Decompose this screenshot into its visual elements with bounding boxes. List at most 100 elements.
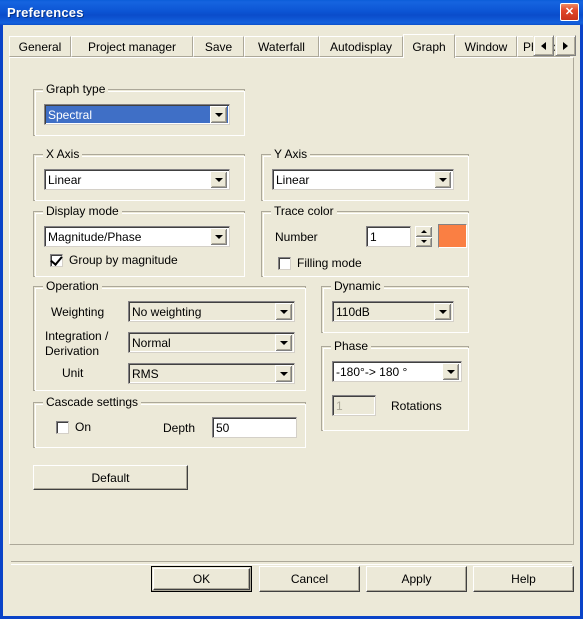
integration-value: Normal — [132, 335, 171, 350]
title-bar[interactable]: Preferences ✕ — [0, 0, 583, 25]
tab-scroll-next-button[interactable] — [555, 35, 576, 56]
x-axis-combo[interactable]: Linear — [44, 169, 230, 190]
tab-label: General — [18, 39, 62, 54]
integration-label-line1: Integration / — [45, 329, 109, 343]
tab-waterfall[interactable]: Waterfall — [244, 36, 319, 57]
trace-color-swatch[interactable] — [438, 224, 467, 248]
footer-divider — [11, 561, 572, 565]
display-mode-legend: Display mode — [43, 204, 122, 218]
unit-combo[interactable]: RMS — [128, 363, 295, 384]
tab-label: Save — [204, 39, 233, 54]
chevron-down-icon[interactable] — [275, 303, 292, 320]
ok-button-label: OK — [192, 572, 211, 586]
tab-strip: General Project manager Save Waterfall A… — [9, 34, 576, 58]
window-title: Preferences — [7, 5, 84, 20]
integration-label-line2: Derivation — [45, 344, 100, 358]
graph-type-group: Graph type Spectral — [33, 82, 245, 136]
chevron-down-icon[interactable] — [275, 365, 292, 382]
default-button-label: Default — [91, 470, 130, 485]
chevron-down-icon[interactable] — [210, 106, 227, 123]
tab-save[interactable]: Save — [193, 36, 244, 57]
tab-label: Project manager — [87, 39, 177, 54]
chevron-down-icon[interactable] — [434, 171, 451, 188]
rotations-input[interactable]: 1 — [332, 395, 376, 416]
x-axis-group: X Axis Linear — [33, 147, 245, 201]
check-icon — [50, 252, 63, 266]
cascade-on-label: On — [75, 420, 92, 434]
tab-label: Window — [464, 39, 508, 54]
ok-button[interactable]: OK — [151, 566, 252, 592]
chevron-right-icon — [563, 41, 568, 50]
chevron-down-icon[interactable] — [210, 228, 227, 245]
stepper-up-button[interactable] — [415, 226, 432, 237]
tab-scroll-prev-button[interactable] — [533, 35, 554, 56]
tab-graph[interactable]: Graph — [403, 34, 455, 58]
y-axis-combo[interactable]: Linear — [272, 169, 454, 190]
operation-group: Operation Weighting No weighting Integra… — [33, 279, 306, 391]
tab-autodisplay[interactable]: Autodisplay — [319, 36, 403, 57]
checkbox-box — [278, 256, 291, 270]
close-icon[interactable]: ✕ — [560, 3, 579, 21]
phase-legend: Phase — [331, 339, 372, 353]
chevron-up-icon — [420, 229, 427, 233]
trace-color-legend: Trace color — [271, 204, 337, 218]
tab-project-manager[interactable]: Project manager — [71, 36, 193, 57]
graph-type-combo[interactable]: Spectral — [44, 104, 230, 125]
weighting-value: No weighting — [132, 304, 202, 319]
cascade-depth-input[interactable]: 50 — [212, 417, 297, 438]
dynamic-group: Dynamic 110dB — [321, 279, 469, 333]
trace-number-input[interactable]: 1 — [366, 226, 411, 247]
unit-label: Unit — [62, 366, 84, 380]
group-by-magnitude-checkbox[interactable]: Group by magnitude — [50, 252, 178, 267]
y-axis-legend: Y Axis — [271, 147, 311, 161]
dynamic-combo[interactable]: 110dB — [332, 301, 454, 322]
weighting-combo[interactable]: No weighting — [128, 301, 295, 322]
phase-group: Phase -180°-> 180 ° 1 Rotations — [321, 339, 469, 431]
tab-window[interactable]: Window — [455, 36, 517, 57]
apply-button-label: Apply — [401, 572, 432, 586]
cascade-depth-label: Depth — [163, 421, 196, 435]
stepper-down-button[interactable] — [415, 236, 432, 247]
tab-label: Waterfall — [258, 39, 305, 54]
rotations-label: Rotations — [391, 399, 442, 413]
default-button[interactable]: Default — [33, 465, 188, 490]
display-mode-value: Magnitude/Phase — [48, 229, 142, 244]
tab-general[interactable]: General — [9, 36, 71, 57]
integration-combo[interactable]: Normal — [128, 332, 295, 353]
graph-type-legend: Graph type — [43, 82, 109, 96]
apply-button[interactable]: Apply — [366, 566, 467, 592]
dynamic-value: 110dB — [336, 304, 370, 319]
trace-number-stepper[interactable] — [415, 226, 432, 247]
graph-type-value: Spectral — [48, 107, 93, 122]
chevron-left-icon — [541, 41, 546, 50]
chevron-down-icon[interactable] — [210, 171, 227, 188]
weighting-label: Weighting — [51, 305, 105, 319]
phase-value: -180°-> 180 ° — [336, 364, 408, 379]
dynamic-legend: Dynamic — [331, 279, 384, 293]
x-axis-legend: X Axis — [43, 147, 83, 161]
operation-legend: Operation — [43, 279, 102, 293]
chevron-down-icon[interactable] — [434, 303, 451, 320]
filling-mode-checkbox[interactable]: Filling mode — [278, 256, 362, 270]
trace-color-group: Trace color Number 1 Filling mode — [261, 204, 469, 277]
cascade-settings-group: Cascade settings On Depth 50 — [33, 395, 306, 448]
tab-label: Graph — [412, 39, 446, 54]
y-axis-value: Linear — [276, 172, 310, 187]
chevron-down-icon[interactable] — [275, 334, 292, 351]
checkbox-box — [56, 420, 69, 434]
filling-mode-label: Filling mode — [297, 256, 362, 270]
cancel-button-label: Cancel — [290, 572, 329, 586]
display-mode-combo[interactable]: Magnitude/Phase — [44, 226, 230, 247]
preferences-window: Preferences ✕ General Project manager Sa… — [0, 0, 583, 619]
cascade-legend: Cascade settings — [43, 395, 142, 409]
cascade-on-checkbox[interactable]: On — [56, 420, 91, 434]
tab-label: Autodisplay — [329, 39, 393, 54]
graph-tab-panel: Graph type Spectral X Axis Linear Y Axis… — [9, 57, 574, 545]
y-axis-group: Y Axis Linear — [261, 147, 469, 201]
help-button[interactable]: Help — [473, 566, 574, 592]
help-button-label: Help — [511, 572, 536, 586]
checkbox-box — [50, 252, 63, 267]
cancel-button[interactable]: Cancel — [259, 566, 360, 592]
chevron-down-icon[interactable] — [442, 363, 459, 380]
phase-combo[interactable]: -180°-> 180 ° — [332, 361, 462, 382]
